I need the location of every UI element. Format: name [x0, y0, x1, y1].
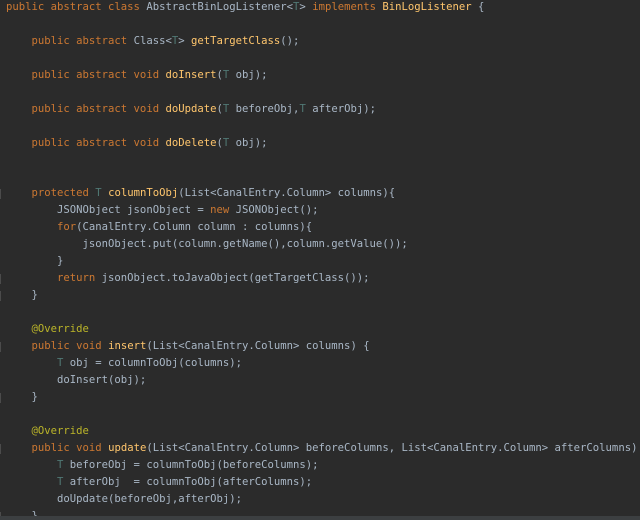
code-line: public abstract class AbstractBinLogList… [6, 0, 484, 14]
code-token: public abstract void [6, 136, 166, 149]
code-token: } [6, 289, 38, 302]
code-token: public void [6, 340, 109, 352]
code-token: doUpdate(beforeObj,afterObj); [6, 492, 242, 505]
code-token: getTargetClass [191, 34, 281, 47]
code-token: BinLogListener [382, 1, 472, 13]
code-token: T [6, 458, 70, 471]
code-token: beforeObj, [229, 102, 300, 115]
code-token: return [6, 272, 102, 285]
code-token: obj = columnToObj(columns); [69, 356, 242, 369]
code-token: columnToObj [108, 187, 179, 200]
code-line: return jsonObject.toJavaObject(getTarget… [6, 271, 370, 285]
code-line: JSONObject jsonObject = new JSONObject()… [6, 203, 319, 217]
code-token: (CanalEntry.Column column : columns){ [76, 221, 313, 234]
code-token: public abstract void [6, 68, 166, 81]
code-editor[interactable]: public abstract class AbstractBinLogList… [0, 0, 640, 520]
code-token: protected [6, 187, 96, 200]
code-line: for(CanalEntry.Column column : columns){ [6, 220, 312, 234]
code-line: @Override [6, 322, 89, 336]
fold-marker-icon[interactable] [0, 274, 4, 285]
fold-marker-icon[interactable] [0, 443, 4, 454]
code-token: (List<CanalEntry.Column> beforeColumns, … [146, 441, 640, 454]
code-token: doUpdate [165, 102, 217, 115]
code-token: @Override [6, 323, 89, 336]
code-token: AbstractBinLogListener< [146, 1, 294, 13]
code-line: doUpdate(beforeObj,afterObj); [6, 492, 242, 506]
code-token: (); [280, 34, 300, 47]
code-token: new [210, 204, 236, 217]
code-token: > [299, 1, 313, 13]
fold-marker-icon[interactable] [0, 392, 4, 403]
code-line: public abstract void doDelete(T obj); [6, 136, 268, 150]
code-token: obj); [229, 136, 268, 149]
code-token: public abstract [6, 34, 134, 47]
fold-marker-icon[interactable] [0, 189, 4, 200]
code-line: public abstract void doInsert(T obj); [6, 68, 268, 82]
code-line: public void insert(List<CanalEntry.Colum… [6, 339, 370, 353]
fold-marker-icon[interactable] [0, 291, 4, 302]
code-token: } [6, 390, 38, 403]
code-token: (List<CanalEntry.Column> columns){ [178, 187, 396, 200]
code-line: protected T columnToObj(List<CanalEntry.… [6, 186, 396, 200]
code-line: T beforeObj = columnToObj(beforeColumns)… [6, 458, 319, 472]
code-token: implements [312, 1, 383, 13]
code-line: T obj = columnToObj(columns); [6, 356, 242, 370]
code-line: public void update(List<CanalEntry.Colum… [6, 441, 640, 455]
code-token: afterObj = columnToObj(afterColumns); [69, 475, 313, 488]
code-line: public abstract Class<T> getTargetClass(… [6, 34, 300, 48]
code-token: doInsert [165, 68, 217, 81]
code-token: T [6, 356, 70, 369]
code-token: jsonObject.toJavaObject(getTargetClass()… [101, 272, 370, 285]
code-line: } [6, 254, 63, 268]
code-token: public abstract void [6, 102, 166, 115]
code-token: jsonObject.put(column.getName(),column.g… [6, 238, 408, 251]
code-token: JSONObject jsonObject = [6, 204, 211, 217]
code-token: Class< [133, 34, 172, 47]
code-token: for [6, 221, 77, 234]
code-line: public abstract void doUpdate(T beforeOb… [6, 102, 377, 116]
code-line: } [6, 390, 38, 404]
code-token: update [108, 441, 147, 454]
code-line: T afterObj = columnToObj(afterColumns); [6, 475, 312, 489]
code-line: } [6, 288, 38, 302]
code-token: obj); [229, 68, 268, 81]
code-token: doInsert(obj); [6, 373, 147, 386]
code-line: jsonObject.put(column.getName(),column.g… [6, 237, 408, 251]
code-token: T [6, 475, 70, 488]
code-token: (List<CanalEntry.Column> columns) { [146, 340, 370, 352]
code-line: doInsert(obj); [6, 373, 146, 387]
code-token: beforeObj = columnToObj(beforeColumns); [69, 458, 319, 471]
code-token: JSONObject(); [235, 204, 319, 217]
code-token: afterObj); [305, 102, 376, 115]
code-token: public abstract class [6, 1, 147, 13]
code-token: @Override [6, 424, 89, 437]
code-token: public void [6, 441, 109, 454]
code-token: doDelete [165, 136, 217, 149]
horizontal-scrollbar[interactable] [0, 516, 640, 520]
code-token: > [178, 34, 191, 47]
code-token: { [471, 1, 485, 13]
code-line: @Override [6, 424, 89, 438]
fold-marker-icon[interactable] [0, 342, 4, 352]
code-token: insert [108, 340, 147, 352]
code-token: T [95, 187, 109, 200]
code-token: } [6, 255, 64, 268]
